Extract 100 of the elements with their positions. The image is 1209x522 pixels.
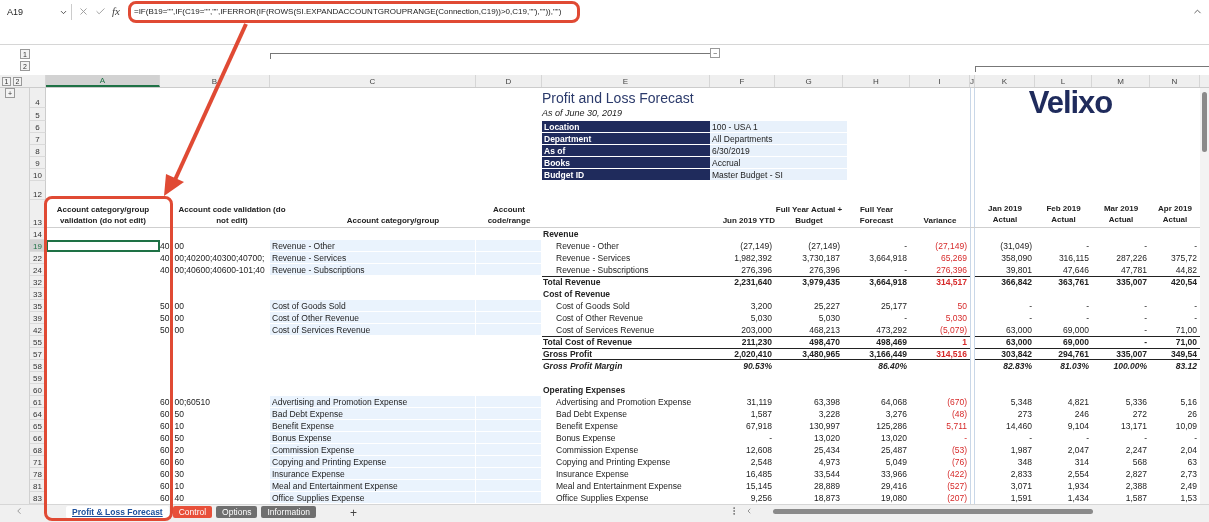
table-cell-text: Cost of Services Revenue (271, 324, 371, 336)
table-cell-text: 568 (1132, 456, 1148, 468)
table-cell-text: 2,49 (1180, 480, 1198, 492)
info-label: Budget ID (542, 169, 710, 181)
table-cell-text: 60 60 (160, 456, 185, 468)
table-cell-text: 60 00;60510 (160, 396, 211, 408)
table-cell-text: Benefit Expense (271, 420, 334, 432)
name-box[interactable]: A19 (4, 4, 72, 20)
table-cell-text: 26 (1187, 408, 1198, 420)
table-cell-text: 3,664,918 (869, 252, 908, 264)
table-cell-text: 276,396 (936, 264, 968, 276)
table-cell-text: 2,73 (1180, 468, 1198, 480)
function-button[interactable]: fx (112, 5, 120, 17)
table-cell-text: Revenue - Services (271, 252, 347, 264)
add-sheet-button[interactable]: + (349, 506, 357, 520)
selected-cell[interactable] (46, 240, 160, 252)
formula-field[interactable]: =IF(B19="",IF(C19="","",IFERROR(IF(ROWS(SI.EXPANDACCOUNTGROUPRANGE(Connection,C19))>0,C19,""),"")),"") (133, 7, 1192, 16)
column-header[interactable]: N (1150, 75, 1200, 87)
table-cell-text: 44,82 (1175, 264, 1198, 276)
table-cell-text: 16,485 (746, 468, 773, 480)
vertical-scrollbar[interactable] (1200, 88, 1209, 504)
table-cell-text: 65,269 (941, 252, 968, 264)
row-label: Total Revenue (542, 276, 601, 288)
table-cell-text: (76) (951, 456, 968, 468)
table-cell-text: 50 00 (160, 312, 185, 324)
table-cell-text: Insurance Expense (271, 468, 345, 480)
table-cell-text: 366,842 (1001, 276, 1033, 288)
column-header[interactable]: K (975, 75, 1035, 87)
scroll-left-icon[interactable] (14, 506, 24, 516)
row-number: 9 (30, 157, 46, 169)
table-cell-text: Copying and Printing Expense (271, 456, 387, 468)
row-number: 4 (30, 88, 46, 108)
column-header[interactable]: G (775, 75, 843, 87)
table-cell-text: 50 (957, 300, 968, 312)
row-number: 7 (30, 133, 46, 145)
row-label: Cost of Revenue (542, 288, 611, 300)
column-header[interactable]: C (270, 75, 476, 87)
column-header[interactable]: B (160, 75, 270, 87)
column-header[interactable]: E (542, 75, 710, 87)
table-cell-text: 276,396 (741, 264, 773, 276)
table-cell-text: 63,000 (1006, 336, 1033, 348)
table-cell-text: - (1144, 240, 1148, 252)
table-cell-text: (31,049) (1000, 240, 1033, 252)
column-title: Feb 2019 Actual (1045, 203, 1082, 225)
column-header[interactable]: J (970, 75, 975, 87)
table-cell-text: 71,00 (1175, 324, 1198, 336)
table-cell-text: 3,228 (818, 408, 841, 420)
report-subtitle: As of June 30, 2019 (542, 108, 624, 120)
enter-icon[interactable] (95, 5, 106, 17)
table-cell-text: 375,72 (1171, 252, 1198, 264)
table-cell-text: 25,227 (814, 300, 841, 312)
table-cell-text: 273 (1017, 408, 1033, 420)
table-cell-text: 1 (962, 336, 968, 348)
table-cell-text: 314 (1074, 456, 1090, 468)
table-cell-text: Copying and Printing Expense (555, 456, 671, 468)
column-header[interactable]: F (710, 75, 775, 87)
table-cell-text: 2,020,410 (734, 348, 773, 360)
column-title: Jun 2019 YTD (722, 215, 775, 227)
column-title: Account code/range (486, 204, 532, 227)
table-cell-text: Advertising and Promotion Expense (271, 396, 408, 408)
row-number: 8 (30, 145, 46, 157)
table-cell-text: - (1194, 240, 1198, 252)
table-cell-text: 335,007 (1116, 276, 1148, 288)
column-title: Mar 2019 Actual (1102, 203, 1140, 225)
table-cell-text: Revenue - Other (555, 240, 619, 252)
column-header[interactable]: A (46, 75, 160, 87)
table-cell-text: 2,231,640 (734, 276, 773, 288)
column-header[interactable]: I (910, 75, 970, 87)
table-cell-text: (27,149) (808, 240, 841, 252)
table-cell-text: 69,000 (1063, 324, 1090, 336)
table-cell-text: 25,434 (814, 444, 841, 456)
table-cell-text: 100.00% (1113, 360, 1148, 372)
column-title: Account code validation (do not edit) (177, 204, 287, 227)
table-cell-text: (527) (947, 480, 968, 492)
table-cell-text: Cost of Other Revenue (271, 312, 359, 324)
table-cell-text: 314,517 (936, 276, 968, 288)
table-cell-text: 13,171 (1121, 420, 1148, 432)
column-header[interactable]: H (843, 75, 910, 87)
info-label: Books (542, 157, 710, 169)
sheet-tab[interactable]: Control (172, 506, 213, 518)
column-header[interactable]: D (476, 75, 542, 87)
table-cell-text: 2,548 (750, 456, 773, 468)
column-header[interactable]: L (1035, 75, 1092, 87)
sheet-tab[interactable]: Profit & Loss Forecast (66, 506, 169, 518)
table-cell-text: 3,979,435 (802, 276, 841, 288)
info-label: Department (542, 133, 710, 145)
table-cell-text: (422) (947, 468, 968, 480)
table-cell-text: 358,090 (1001, 252, 1033, 264)
column-header[interactable]: M (1092, 75, 1150, 87)
sheet-tab[interactable]: Options (216, 506, 258, 518)
table-cell-text: - (1086, 432, 1090, 444)
table-cell-text: 9,256 (750, 492, 773, 504)
row-number: 5 (30, 108, 46, 121)
table-cell-text: 314,516 (936, 348, 968, 360)
table-cell-text: 15,145 (746, 480, 773, 492)
table-cell-text: Benefit Expense (555, 420, 618, 432)
cancel-icon[interactable] (78, 5, 89, 17)
table-cell-text: Meal and Entertainment Expense (555, 480, 682, 492)
column-title: Full Year Actual + Budget (775, 204, 843, 227)
sheet-tab[interactable]: Information (261, 506, 316, 518)
